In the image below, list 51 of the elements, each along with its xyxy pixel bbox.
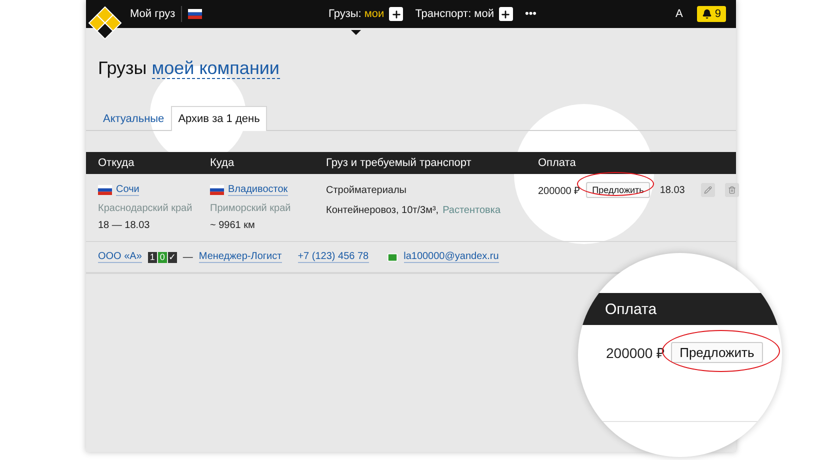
- pencil-icon: [704, 186, 712, 194]
- column-header: Откуда: [98, 157, 136, 169]
- trash-icon: [728, 186, 736, 194]
- page-title: Грузы моей компании: [98, 58, 280, 81]
- company-link[interactable]: ООО «А»: [98, 251, 142, 263]
- price-text: 200000 ₽: [538, 185, 580, 197]
- city-link[interactable]: Сочи: [116, 184, 140, 196]
- company-link[interactable]: моей компании: [152, 58, 280, 79]
- loading-text: Растентовка: [442, 204, 501, 216]
- email-link[interactable]: la100000@yandex.ru: [404, 251, 499, 263]
- city-link[interactable]: Владивосток: [228, 184, 288, 196]
- my-cargo-link[interactable]: Мой груз: [130, 8, 176, 20]
- notifications-badge[interactable]: 9: [696, 6, 726, 22]
- region-text: Краснодарский край: [98, 203, 194, 214]
- active-caret-icon: [350, 30, 361, 35]
- edit-button[interactable]: [700, 183, 715, 197]
- rating-digit: ✓: [168, 252, 177, 262]
- phone-link[interactable]: +7 (123) 456 78: [298, 251, 369, 263]
- distance-text: ~ 9961 км: [210, 220, 256, 231]
- rating-digit: 0: [158, 252, 167, 262]
- nav-menu-label[interactable]: Транспорт:: [415, 8, 472, 20]
- region-text: Приморский край: [210, 203, 292, 214]
- cargo-text: Стройматериалы: [326, 184, 406, 196]
- offer-button[interactable]: Предложить: [670, 342, 764, 363]
- date-text: 18.03: [660, 184, 685, 196]
- offer-button[interactable]: Предложить: [586, 182, 650, 198]
- manager-link[interactable]: Менеджер-Логист: [198, 251, 282, 263]
- separator-dash: —: [182, 252, 193, 262]
- nav-menu-label[interactable]: Грузы:: [328, 8, 362, 20]
- column-header: Оплата: [538, 157, 577, 169]
- transport-text: Контейнеровоз, 10т/3м³,: [326, 204, 439, 216]
- plus-icon: [390, 8, 402, 20]
- column-header: Груз и требуемый транспорт: [326, 157, 472, 169]
- nav-menu-value[interactable]: мой: [474, 8, 494, 20]
- add-button[interactable]: [389, 7, 404, 21]
- add-button[interactable]: [498, 7, 513, 21]
- flag-icon: [188, 9, 202, 19]
- column-header: Оплата: [605, 300, 657, 318]
- delete-button[interactable]: [724, 183, 739, 197]
- tab[interactable]: Актуальные: [96, 106, 172, 131]
- flag-icon: [98, 185, 112, 195]
- user-initial[interactable]: А: [676, 8, 683, 20]
- plus-icon: [500, 8, 512, 20]
- flag-icon: [210, 185, 224, 195]
- rating-digit: 1: [148, 252, 157, 262]
- more-menu[interactable]: •••: [524, 8, 537, 20]
- tab[interactable]: Архив за 1 день: [171, 106, 267, 131]
- nav-menu-value[interactable]: мои: [364, 8, 384, 20]
- bell-icon: [702, 9, 712, 19]
- dates-text: 18 — 18.03: [98, 220, 151, 231]
- column-header: Куда: [210, 157, 236, 169]
